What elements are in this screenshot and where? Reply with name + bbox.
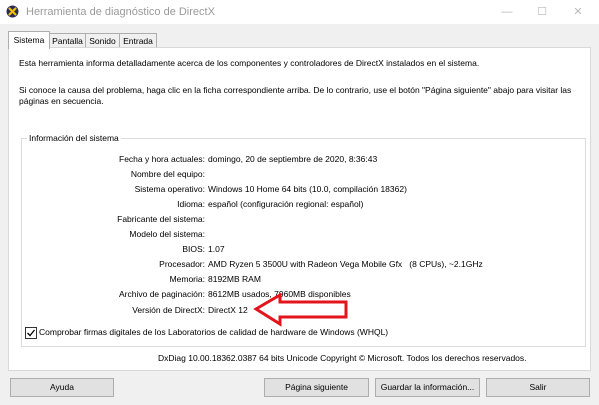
tab-pantalla[interactable]: Pantalla — [49, 33, 86, 48]
window-title: Herramienta de diagnóstico de DirectX — [26, 6, 215, 18]
info-value: DirectX 12 — [208, 305, 248, 315]
dxdiag-window: Herramienta de diagnóstico de DirectX — … — [0, 0, 599, 405]
info-row-bios: BIOS: 1.07 — [22, 243, 582, 255]
info-row-manufacturer: Fabricante del sistema: — [22, 213, 582, 225]
whql-checkbox[interactable] — [25, 327, 37, 339]
system-tab-panel: Esta herramienta informa detalladamente … — [8, 47, 591, 371]
help-button[interactable]: Ayuda — [10, 378, 114, 397]
checkmark-icon — [27, 329, 36, 337]
info-label: Idioma: — [177, 199, 205, 209]
exit-button[interactable]: Salir — [486, 378, 590, 397]
info-row-date: Fecha y hora actuales: domingo, 20 de se… — [22, 153, 582, 165]
info-value: Windows 10 Home 64 bits (10.0, compilaci… — [208, 184, 407, 194]
info-label: Fabricante del sistema: — [117, 214, 205, 224]
dxdiag-app-icon — [6, 5, 19, 18]
tab-entrada[interactable]: Entrada — [119, 33, 157, 48]
info-row-memory: Memoria: 8192MB RAM — [22, 273, 582, 285]
group-title: Información del sistema — [27, 133, 121, 144]
info-value: español (configuración regional: español… — [208, 199, 364, 209]
info-row-computer-name: Nombre del equipo: — [22, 168, 582, 180]
info-row-language: Idioma: español (configuración regional:… — [22, 198, 582, 210]
next-page-button[interactable]: Página siguiente — [264, 378, 369, 397]
info-label: Memoria: — [169, 274, 205, 284]
info-label: Sistema operativo: — [134, 184, 205, 194]
info-label: Nombre del equipo: — [130, 169, 205, 179]
title-bar: Herramienta de diagnóstico de DirectX — … — [0, 0, 599, 24]
info-row-processor: Procesador: AMD Ryzen 5 3500U with Radeo… — [22, 258, 582, 270]
close-button[interactable]: ✕ — [555, 0, 599, 24]
save-info-button[interactable]: Guardar la información... — [375, 378, 480, 397]
info-value: 1.07 — [208, 244, 225, 254]
info-row-os: Sistema operativo: Windows 10 Home 64 bi… — [22, 183, 582, 195]
copyright-text: DxDiag 10.00.18362.0387 64 bits Unicode … — [158, 353, 527, 363]
red-arrow-annotation — [253, 293, 348, 327]
tab-sonido[interactable]: Sonido — [85, 33, 120, 48]
info-value: AMD Ryzen 5 3500U with Radeon Vega Mobil… — [208, 259, 483, 269]
tab-sistema[interactable]: Sistema — [8, 31, 50, 49]
info-label: Archivo de paginación: — [118, 289, 205, 299]
intro-instructions: Si conoce la causa del problema, haga cl… — [19, 85, 572, 106]
info-label: BIOS: — [182, 244, 205, 254]
info-label: Modelo del sistema: — [129, 229, 205, 239]
info-row-model: Modelo del sistema: — [22, 228, 582, 240]
info-label: Versión de DirectX: — [132, 305, 205, 315]
info-value: domingo, 20 de septiembre de 2020, 8:36:… — [208, 154, 378, 164]
info-label: Fecha y hora actuales: — [119, 154, 205, 164]
info-label: Procesador: — [159, 259, 205, 269]
info-value: 8192MB RAM — [208, 274, 261, 284]
whql-checkbox-label: Comprobar firmas digitales de los Labora… — [39, 327, 389, 337]
intro-text: Esta herramienta informa detalladamente … — [19, 58, 480, 68]
